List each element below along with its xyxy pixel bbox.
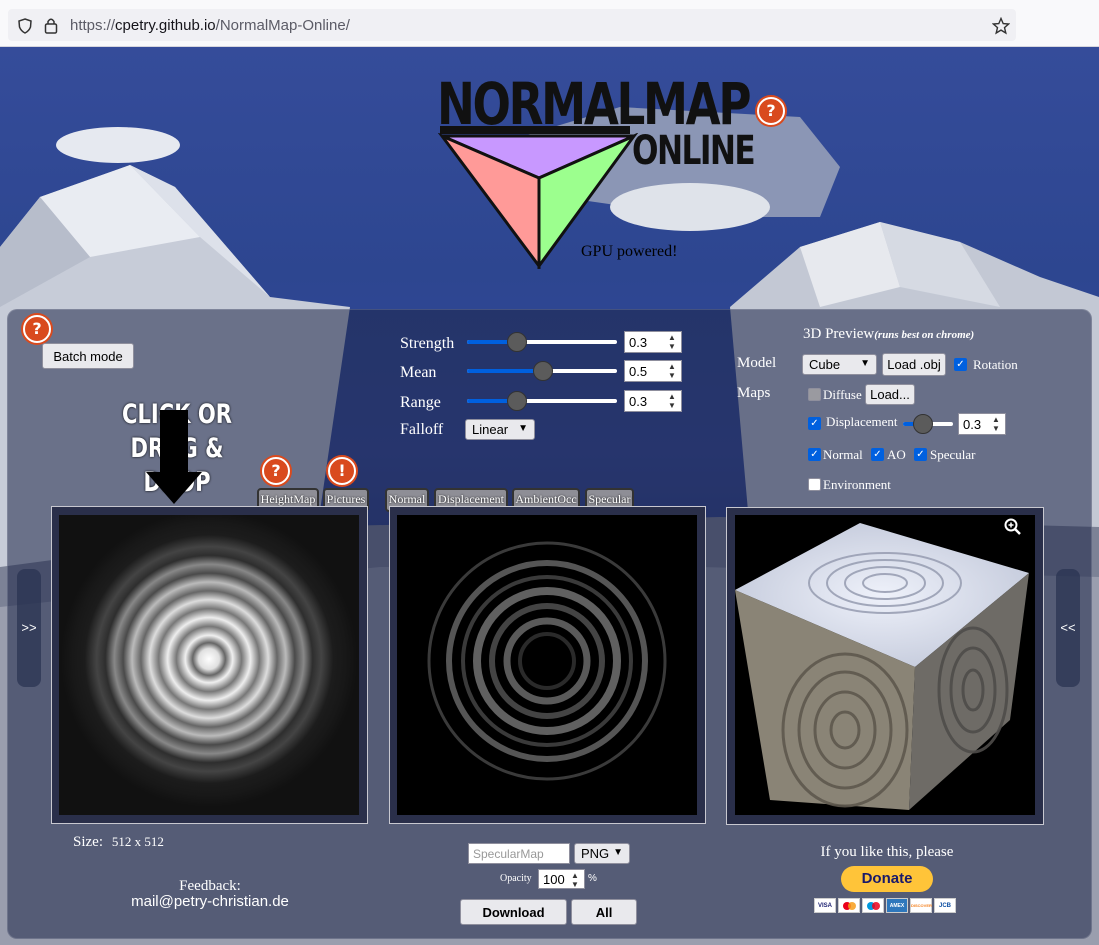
normal-label: Normal (823, 447, 863, 462)
donate-button[interactable]: Donate (841, 866, 933, 892)
load-obj-button[interactable]: Load .obj (882, 353, 946, 376)
strength-label: Strength (400, 335, 455, 352)
opacity-percent: % (588, 873, 597, 884)
maps-label: Maps (737, 385, 771, 401)
environment-label: Environment (823, 477, 891, 492)
diffuse-checkbox[interactable] (808, 388, 821, 401)
right-panel-toggle[interactable]: << (1056, 569, 1080, 687)
card-logo-jcb: JCB (934, 898, 956, 913)
displacement-slider[interactable] (903, 414, 953, 434)
specular-canvas[interactable] (397, 515, 697, 815)
opacity-input[interactable]: 100 ▲ ▼ (538, 869, 585, 889)
strength-slider[interactable] (467, 332, 617, 352)
diffuse-label: Diffuse (823, 387, 862, 402)
pictures-warning-icon[interactable]: ! (328, 457, 356, 485)
heightmap-canvas[interactable] (59, 515, 359, 815)
logo-subtitle: ONLINE (632, 128, 756, 174)
range-input[interactable]: 0.3 ▲ ▼ (624, 390, 682, 412)
range-label: Range (400, 394, 441, 411)
lock-icon[interactable] (44, 17, 58, 34)
format-select[interactable]: PNG ▼ (574, 843, 630, 864)
ao-checkbox[interactable]: ✓ (871, 448, 884, 461)
falloff-label: Falloff (400, 421, 444, 438)
download-all-button[interactable]: All (571, 899, 637, 925)
specular-checkbox[interactable]: ✓ (914, 448, 927, 461)
card-logo-amex: AMEX (886, 898, 908, 913)
mean-slider[interactable] (467, 361, 617, 381)
size-info: Size: 512 x 512 (73, 834, 164, 850)
feedback-email[interactable]: mail@petry-christian.de (110, 893, 310, 910)
displacement-label: Displacement (826, 414, 898, 429)
shield-icon[interactable] (17, 18, 33, 34)
download-button[interactable]: Download (460, 899, 567, 925)
card-logo-discover: DISCOVER (910, 898, 932, 913)
environment-checkbox[interactable] (808, 478, 821, 491)
rotation-label: Rotation (973, 357, 1018, 372)
help-icon[interactable]: ? (757, 97, 785, 125)
mean-label: Mean (400, 364, 437, 381)
card-logos: VISA AMEX DISCOVER JCB (814, 898, 964, 913)
opacity-label: Opacity (500, 873, 532, 884)
left-panel-toggle[interactable]: >> (17, 569, 41, 687)
card-logo-visa: VISA (814, 898, 836, 913)
filename-input[interactable]: SpecularMap (468, 843, 570, 864)
ao-label: AO (887, 447, 906, 462)
specular-label: Specular (930, 447, 976, 462)
batch-mode-button[interactable]: Batch mode (42, 343, 134, 369)
falloff-select[interactable]: Linear ▼ (465, 419, 535, 440)
zoom-in-icon[interactable] (1004, 518, 1022, 536)
diffuse-load-button[interactable]: Load... (865, 384, 915, 405)
model-label: Model (737, 355, 777, 371)
tagline: GPU powered! (581, 243, 678, 260)
batch-help-icon[interactable]: ? (23, 315, 51, 343)
star-icon[interactable] (992, 17, 1010, 35)
rotation-checkbox[interactable]: ✓ (954, 358, 967, 371)
3d-preview-canvas[interactable] (735, 515, 1035, 815)
preview-heading: 3D Preview(runs best on chrome) (803, 326, 975, 342)
strength-input[interactable]: 0.3 ▲ ▼ (624, 331, 682, 353)
down-arrow-icon (146, 410, 202, 504)
donate-text: If you like this, please (820, 844, 954, 860)
displacement-checkbox[interactable]: ✓ (808, 417, 821, 430)
heightmap-help-icon[interactable]: ? (262, 457, 290, 485)
model-select[interactable]: Cube ▼ (802, 354, 877, 375)
card-logo-mastercard (838, 898, 860, 913)
mean-input[interactable]: 0.5 ▲ ▼ (624, 360, 682, 382)
card-logo-maestro (862, 898, 884, 913)
displacement-input[interactable]: 0.3 ▲ ▼ (958, 413, 1006, 435)
url-text[interactable]: https://cpetry.github.io/NormalMap-Onlin… (70, 17, 350, 34)
range-slider[interactable] (467, 391, 617, 411)
normal-checkbox[interactable]: ✓ (808, 448, 821, 461)
